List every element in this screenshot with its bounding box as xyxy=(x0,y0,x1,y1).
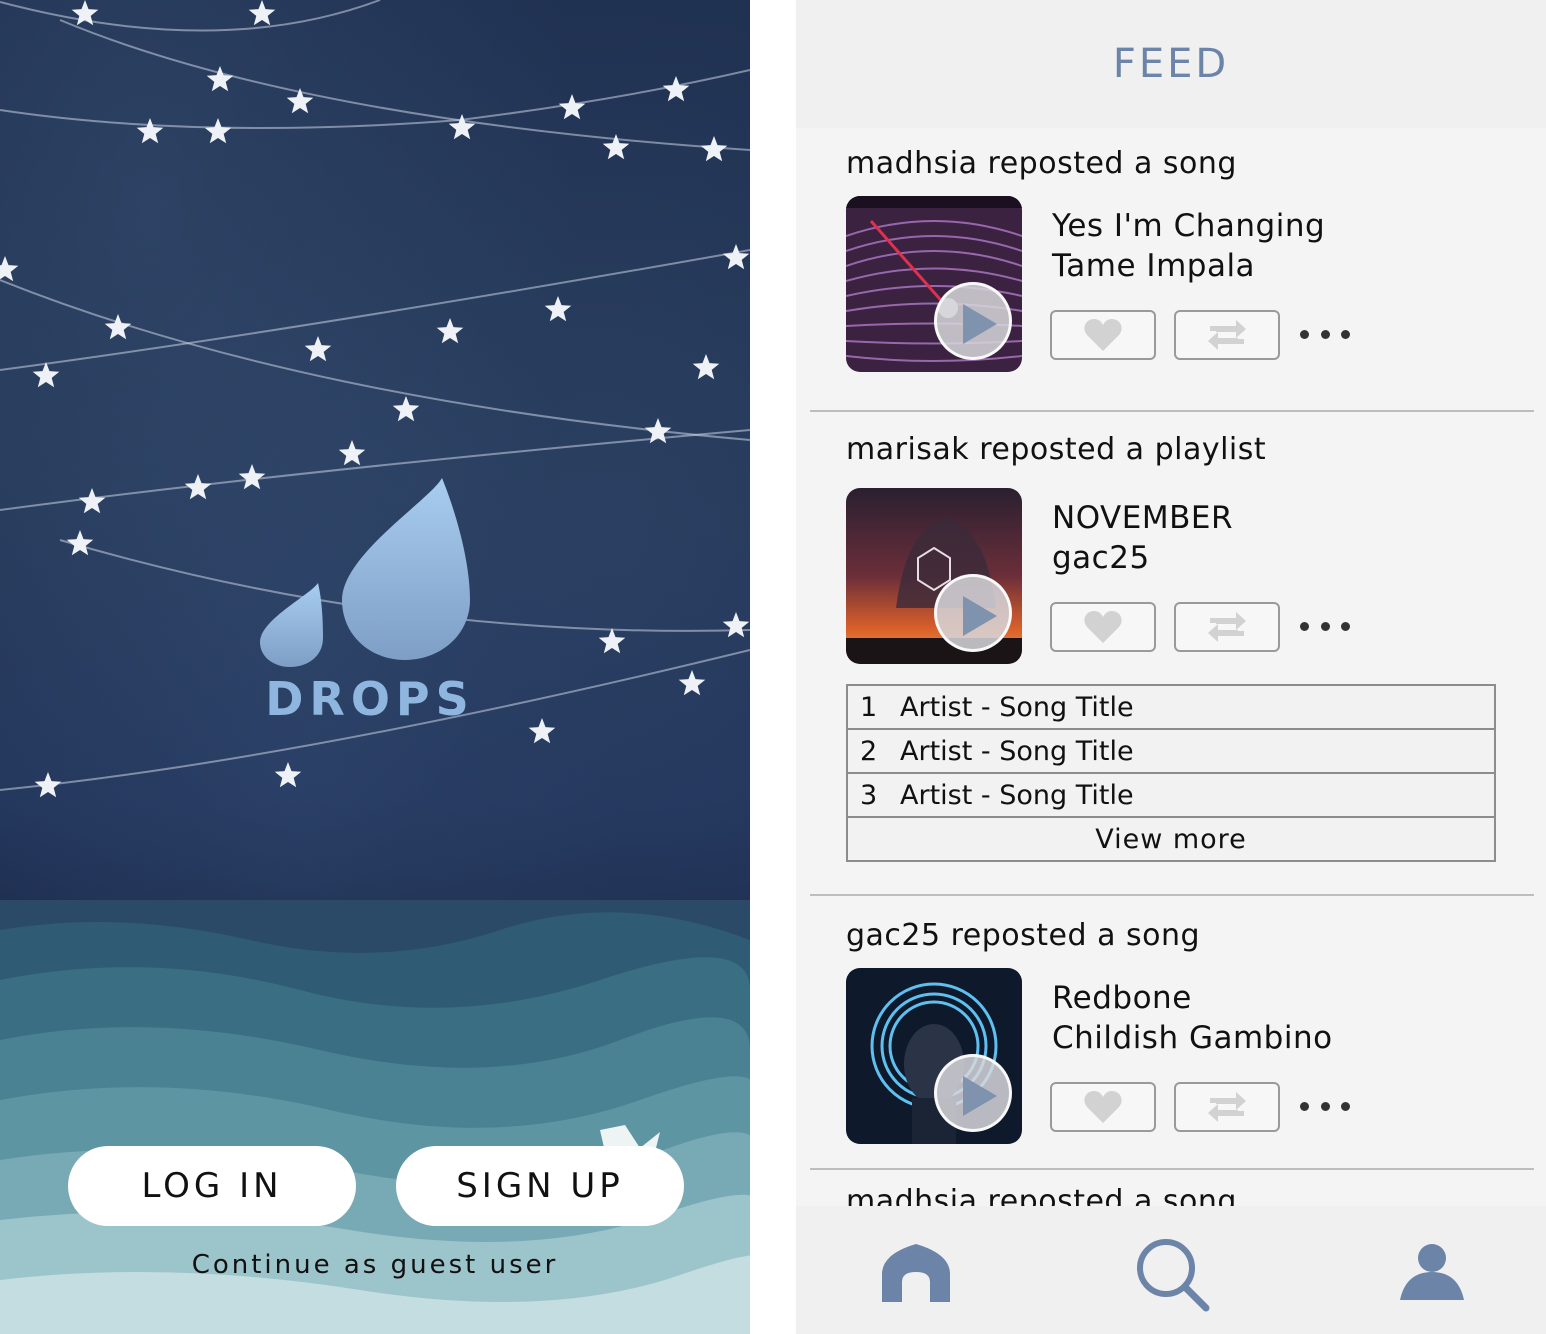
track-label: Artist - Song Title xyxy=(900,735,1134,767)
repost-caption: madhsia reposted a song xyxy=(846,1184,1237,1206)
profile-icon xyxy=(1400,1244,1464,1300)
playlist-title: NOVEMBER xyxy=(1052,500,1233,536)
page-title: FEED xyxy=(1112,41,1230,87)
play-icon[interactable] xyxy=(934,1054,1012,1132)
star-decoration xyxy=(34,772,62,798)
star-decoration xyxy=(0,256,19,282)
feed-header: FEED xyxy=(796,0,1546,128)
like-button[interactable] xyxy=(1050,1082,1156,1132)
star-decoration xyxy=(184,474,212,500)
continue-as-guest-link[interactable]: Continue as guest user xyxy=(0,1250,750,1280)
more-icon[interactable] xyxy=(1300,1096,1350,1116)
view-more-button[interactable]: View more xyxy=(848,818,1494,860)
track-artist: Tame Impala xyxy=(1052,248,1256,284)
tab-search[interactable] xyxy=(1132,1236,1212,1316)
star-decoration xyxy=(722,612,750,638)
repost-caption: madhsia reposted a song xyxy=(846,146,1237,181)
playlist-track-list: 1 Artist - Song Title 2 Artist - Song Ti… xyxy=(846,684,1496,862)
track-artist: Childish Gambino xyxy=(1052,1020,1333,1056)
star-decoration xyxy=(392,396,420,422)
playlist-track-row[interactable]: 3 Artist - Song Title xyxy=(848,774,1494,818)
play-icon[interactable] xyxy=(934,574,1012,652)
heart-icon xyxy=(1084,1091,1122,1123)
feed-list[interactable]: madhsia reposted a song Yes I'm Changing… xyxy=(796,128,1546,1206)
repost-caption: marisak reposted a playlist xyxy=(846,432,1267,467)
star-decoration xyxy=(248,0,276,26)
log-in-button[interactable]: LOG IN xyxy=(68,1146,356,1226)
feed-screen: FEED madhsia reposted a song Yes I'm Cha… xyxy=(796,0,1546,1334)
star-decoration xyxy=(338,440,366,466)
repost-icon xyxy=(1208,320,1246,350)
star-decoration xyxy=(528,718,556,744)
repost-caption: gac25 reposted a song xyxy=(846,918,1201,953)
more-icon[interactable] xyxy=(1300,616,1350,636)
home-icon xyxy=(882,1244,950,1302)
star-decoration xyxy=(78,488,106,514)
album-cover[interactable] xyxy=(846,968,1022,1144)
tab-home[interactable] xyxy=(876,1236,956,1316)
track-number: 1 xyxy=(860,691,878,723)
tab-profile[interactable] xyxy=(1392,1236,1472,1316)
star-garland-decoration xyxy=(0,0,750,798)
track-number: 2 xyxy=(860,735,878,767)
star-decoration xyxy=(436,318,464,344)
bottom-tab-bar xyxy=(796,1206,1546,1334)
star-decoration xyxy=(678,670,706,696)
album-cover[interactable] xyxy=(846,196,1022,372)
playlist-track-row[interactable]: 2 Artist - Song Title xyxy=(848,730,1494,774)
sign-up-button[interactable]: SIGN UP xyxy=(396,1146,684,1226)
track-label: Artist - Song Title xyxy=(900,691,1134,723)
drops-logo-icon xyxy=(260,478,470,667)
like-button[interactable] xyxy=(1050,602,1156,652)
star-decoration xyxy=(274,762,302,788)
post-divider xyxy=(810,410,1534,412)
star-decoration xyxy=(722,244,750,270)
more-icon[interactable] xyxy=(1300,324,1350,344)
post-divider xyxy=(810,1168,1534,1170)
playlist-owner: gac25 xyxy=(1052,540,1150,576)
search-icon xyxy=(1137,1239,1210,1312)
repost-button[interactable] xyxy=(1174,1082,1280,1132)
post-divider xyxy=(810,894,1534,896)
star-decoration xyxy=(204,118,232,144)
repost-icon xyxy=(1208,1092,1246,1122)
heart-icon xyxy=(1084,319,1122,351)
track-title: Yes I'm Changing xyxy=(1052,208,1326,244)
track-number: 3 xyxy=(860,779,878,811)
star-decoration xyxy=(104,314,132,340)
login-screen: DROPS LOG IN SIGN UP Continue as guest u… xyxy=(0,0,750,1334)
track-label: Artist - Song Title xyxy=(900,779,1134,811)
star-decoration xyxy=(286,88,314,114)
star-decoration xyxy=(662,76,690,102)
repost-icon xyxy=(1208,612,1246,642)
like-button[interactable] xyxy=(1050,310,1156,360)
play-icon[interactable] xyxy=(934,282,1012,360)
star-decoration xyxy=(558,94,586,120)
heart-icon xyxy=(1084,611,1122,643)
repost-button[interactable] xyxy=(1174,310,1280,360)
app-logo-text: DROPS xyxy=(265,672,475,726)
star-decoration xyxy=(66,530,94,556)
star-decoration xyxy=(598,628,626,654)
star-decoration xyxy=(136,118,164,144)
star-decoration xyxy=(304,336,332,362)
star-decoration xyxy=(692,354,720,380)
star-decoration xyxy=(544,296,572,322)
star-decoration xyxy=(700,136,728,162)
album-cover[interactable] xyxy=(846,488,1022,664)
track-title: Redbone xyxy=(1052,980,1192,1016)
playlist-track-row[interactable]: 1 Artist - Song Title xyxy=(848,686,1494,730)
repost-button[interactable] xyxy=(1174,602,1280,652)
